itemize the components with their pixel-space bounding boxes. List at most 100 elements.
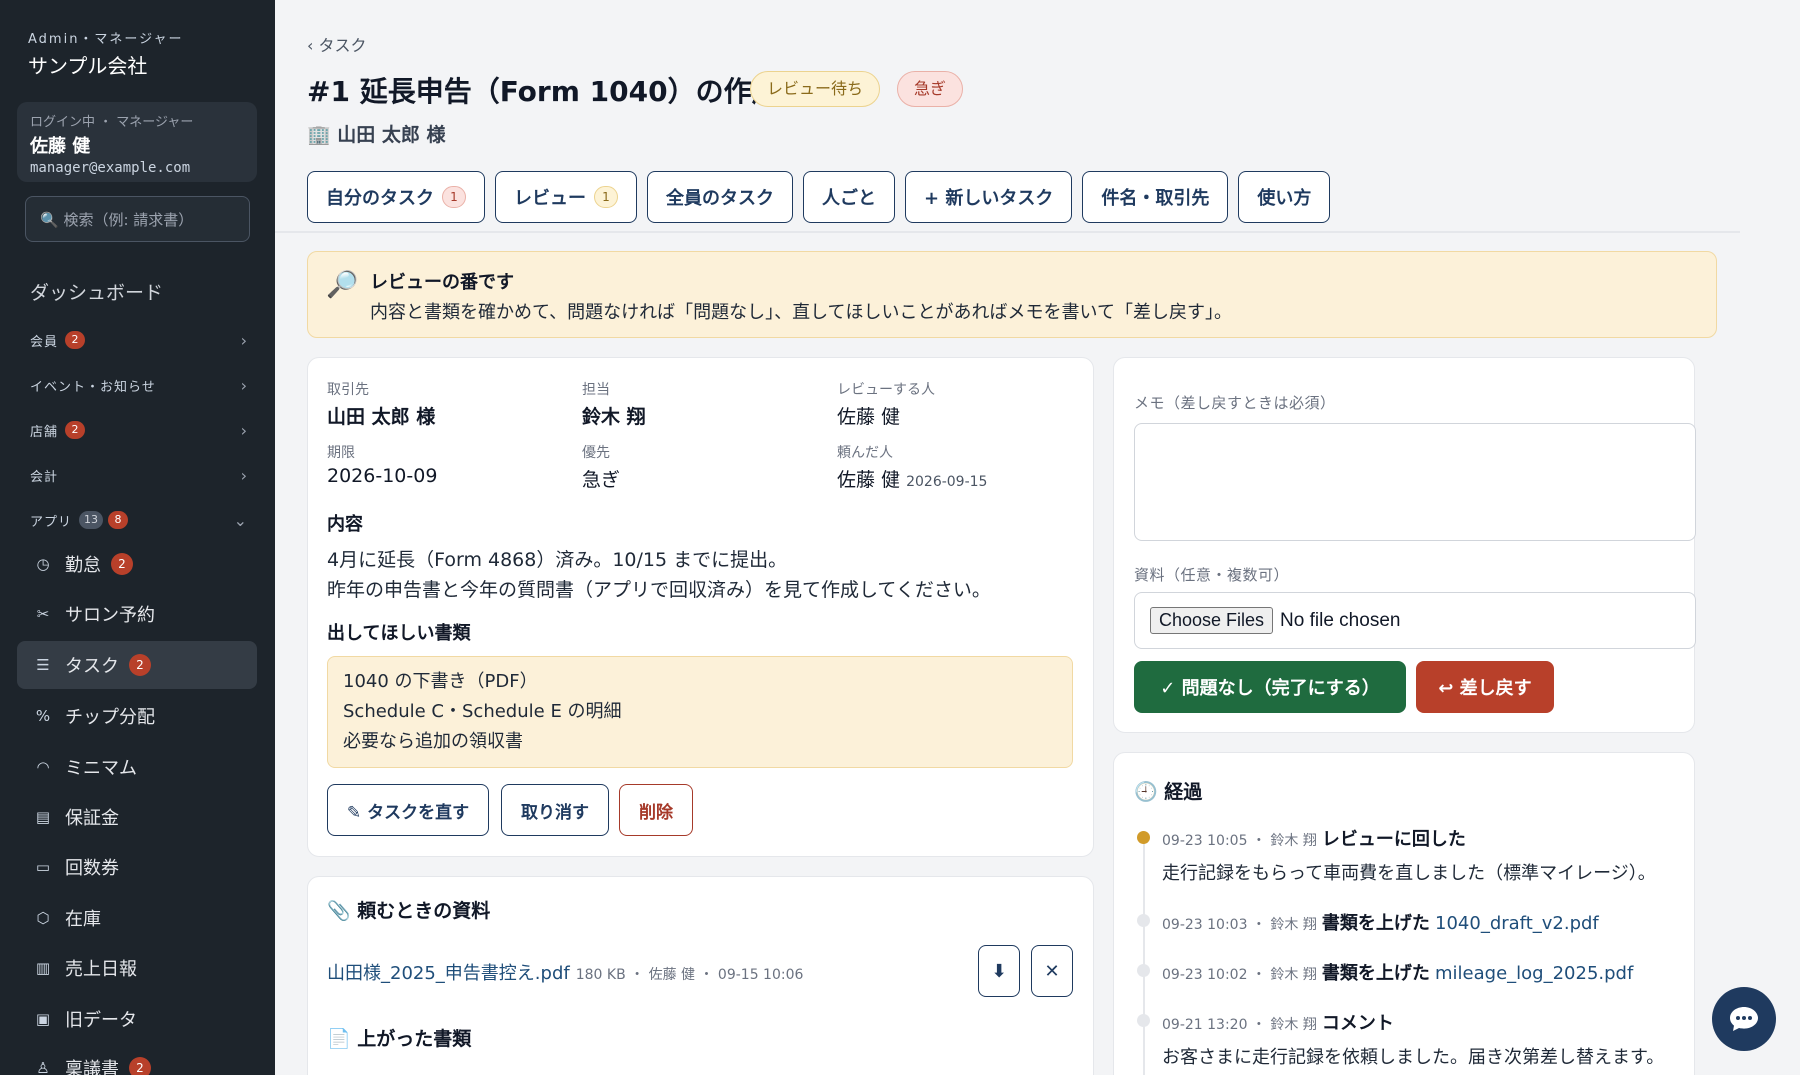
sidebar-item-salon[interactable]: ✂ サロン予約 [17, 590, 257, 638]
sidebar-item-sales-report[interactable]: ▥ 売上日報 [17, 944, 257, 992]
download-icon[interactable]: ⬇ [978, 945, 1020, 997]
priority-badge: 急ぎ [897, 71, 964, 107]
choose-files-button[interactable]: Choose Files [1150, 607, 1274, 634]
history-event: 09-23 10:02 ・ 鈴木 翔 書類を上げた mileage_log_20… [1162, 959, 1633, 985]
sidebar-item-minimum[interactable]: ◠ ミニマム [17, 743, 257, 791]
ticket-icon: ▭ [35, 858, 51, 876]
timeline-dot [1137, 831, 1150, 844]
alert-badge: 8 [108, 511, 129, 529]
files-label: 資料（任意・複数可） [1134, 566, 1290, 584]
timeline-dot [1137, 1014, 1150, 1027]
count-badge: 1 [442, 186, 466, 208]
sidebar-section-stores[interactable]: 店舗 2 › [30, 418, 248, 442]
sidebar-item-tickets[interactable]: ▭ 回数券 [17, 843, 257, 891]
tab-label: 自分のタスク [326, 188, 434, 209]
return-button[interactable]: ↩ 差し戻す [1416, 661, 1554, 713]
attachment-meta: 180 KB ・ 佐藤 健 ・ 09-15 10:06 [575, 967, 804, 983]
event-file-link[interactable]: 1040_draft_v2.pdf [1435, 913, 1599, 934]
breadcrumb[interactable]: ‹ タスク [307, 32, 367, 56]
tab-label: レビュー [514, 188, 586, 209]
nav-label: サロン予約 [65, 605, 155, 626]
sidebar-item-deposit[interactable]: ▤ 保証金 [17, 793, 257, 841]
sidebar-item-inventory[interactable]: ⬡ 在庫 [17, 894, 257, 942]
sidebar-item-attendance[interactable]: ◷ 勤怠 2 [17, 540, 257, 588]
field-value: 鈴木 翔 [582, 406, 646, 428]
cancel-task-button[interactable]: 取り消す [501, 784, 609, 836]
org-name[interactable]: サンプル会社 [28, 50, 147, 79]
sidebar-item-tips[interactable]: % チップ分配 [17, 692, 257, 740]
task-details-card [307, 357, 1094, 857]
review-form-card: メモ（差し戻すときは必須） 資料（任意・複数可） Choose Files No… [1113, 357, 1696, 733]
nav-label: チップ分配 [65, 707, 155, 728]
sidebar-item-approval[interactable]: ♙ 稟議書 2 [17, 1044, 257, 1075]
uploaded-docs-heading: 📄 上がった書類 [327, 1028, 472, 1050]
approve-button[interactable]: ✓ 問題なし（完了にする） [1134, 661, 1406, 713]
field-value: 山田 太郎 様 [327, 406, 436, 428]
field-label: 取引先 [327, 382, 369, 398]
count-badge: 2 [65, 421, 86, 439]
sidebar: Admin・マネージャー サンプル会社 ログイン中 ・ マネージャー 佐藤 健 … [0, 0, 275, 1075]
sidebar-item-tasks[interactable]: ☰ タスク 2 [17, 641, 257, 689]
main-content: ‹ タスク #1 延長申告（Form 1040）の作成 レビュー待ち 急ぎ 🏢 … [275, 0, 1800, 1075]
stamp-icon: ♙ [36, 1059, 50, 1075]
field-value: 急ぎ [582, 469, 621, 491]
sidebar-section-apps[interactable]: アプリ 13 8 ⌄ [30, 508, 248, 532]
section-label: 会計 [30, 469, 59, 485]
tab-subjects-clients[interactable]: 件名・取引先 [1082, 171, 1229, 223]
nav-label: 旧データ [65, 1010, 137, 1031]
search-input[interactable]: 🔍 検索（例: 請求書） [25, 196, 250, 242]
status-badge: レビュー待ち [750, 71, 881, 107]
field-priority: 優先 急ぎ [582, 442, 620, 492]
user-label: ログイン中 ・ マネージャー [30, 115, 194, 130]
content-line: 4月に延長（Form 4868）済み。10/15 までに提出。 [327, 549, 788, 571]
section-label: イベント・お知らせ [30, 379, 156, 395]
event-action: コメント [1321, 1013, 1394, 1034]
field-client: 取引先 山田 太郎 様 [327, 379, 435, 429]
sidebar-section-events[interactable]: イベント・お知らせ › [30, 373, 248, 397]
tab-help[interactable]: 使い方 [1238, 171, 1331, 223]
history-event: 09-23 10:05 ・ 鈴木 翔 レビューに回した 走行記録をもらって車両費… [1162, 825, 1656, 885]
new-task-button[interactable]: + 新しいタスク [905, 171, 1073, 223]
close-icon[interactable]: ✕ [1031, 945, 1073, 997]
field-requester: 頼んだ人 佐藤 健 2026-09-15 [837, 442, 987, 492]
delete-task-button[interactable]: 削除 [619, 784, 693, 836]
section-label: 店舗 [30, 424, 59, 440]
count-badge: 2 [111, 553, 133, 575]
request-date: 2026-09-15 [906, 474, 988, 490]
nav-label: 売上日報 [65, 959, 137, 980]
chat-button[interactable] [1712, 987, 1776, 1051]
tab-all-tasks[interactable]: 全員のタスク [647, 171, 793, 223]
attachment-link[interactable]: 山田様_2025_申告書控え.pdf [327, 963, 570, 984]
field-value: 佐藤 健 [837, 406, 901, 428]
file-input[interactable]: Choose Files No file chosen [1134, 592, 1696, 649]
bar-chart-icon: ▥ [35, 959, 51, 977]
field-assignee: 担当 鈴木 翔 [582, 379, 646, 429]
history-card: 🕘 経過 09-23 10:05 ・ 鈴木 翔 レビューに回した 走行記録をもら… [1113, 752, 1695, 1075]
edit-task-button[interactable]: ✎ タスクを直す [327, 784, 489, 836]
tab-my-tasks[interactable]: 自分のタスク 1 [307, 171, 485, 223]
task-tabs: 自分のタスク 1 レビュー 1 全員のタスク 人ごと + 新しいタスク 件名・取… [307, 171, 1331, 223]
history-heading: 🕘 経過 [1134, 781, 1203, 803]
archive-icon: ▣ [35, 1010, 51, 1028]
sidebar-section-members[interactable]: 会員 2 › [30, 328, 248, 352]
event-meta: 09-21 13:20 ・ 鈴木 翔 [1162, 1017, 1317, 1033]
nav-label: 回数券 [65, 858, 119, 879]
nav-label: 稟議書 [65, 1059, 119, 1075]
sidebar-item-dashboard[interactable]: ダッシュボード [30, 278, 163, 305]
field-value: 2026-10-09 [327, 465, 438, 487]
event-meta: 09-23 10:03 ・ 鈴木 翔 [1162, 917, 1317, 933]
timeline-line [1143, 838, 1145, 1075]
tab-review[interactable]: レビュー 1 [495, 171, 637, 223]
event-meta: 09-23 10:02 ・ 鈴木 翔 [1162, 967, 1317, 983]
tab-by-person[interactable]: 人ごと [803, 171, 895, 223]
sidebar-item-old-data[interactable]: ▣ 旧データ [17, 995, 257, 1043]
memo-textarea[interactable] [1134, 423, 1696, 541]
docs-heading: 出してほしい書類 [327, 623, 471, 644]
alert-title: レビューの番です [370, 272, 514, 293]
box-icon: ⬡ [36, 909, 50, 927]
percent-icon: % [35, 707, 51, 725]
sidebar-section-accounting[interactable]: 会計 › [30, 463, 248, 487]
field-label: レビューする人 [837, 382, 935, 398]
chevron-right-icon: › [240, 330, 248, 350]
event-file-link[interactable]: mileage_log_2025.pdf [1435, 963, 1633, 984]
